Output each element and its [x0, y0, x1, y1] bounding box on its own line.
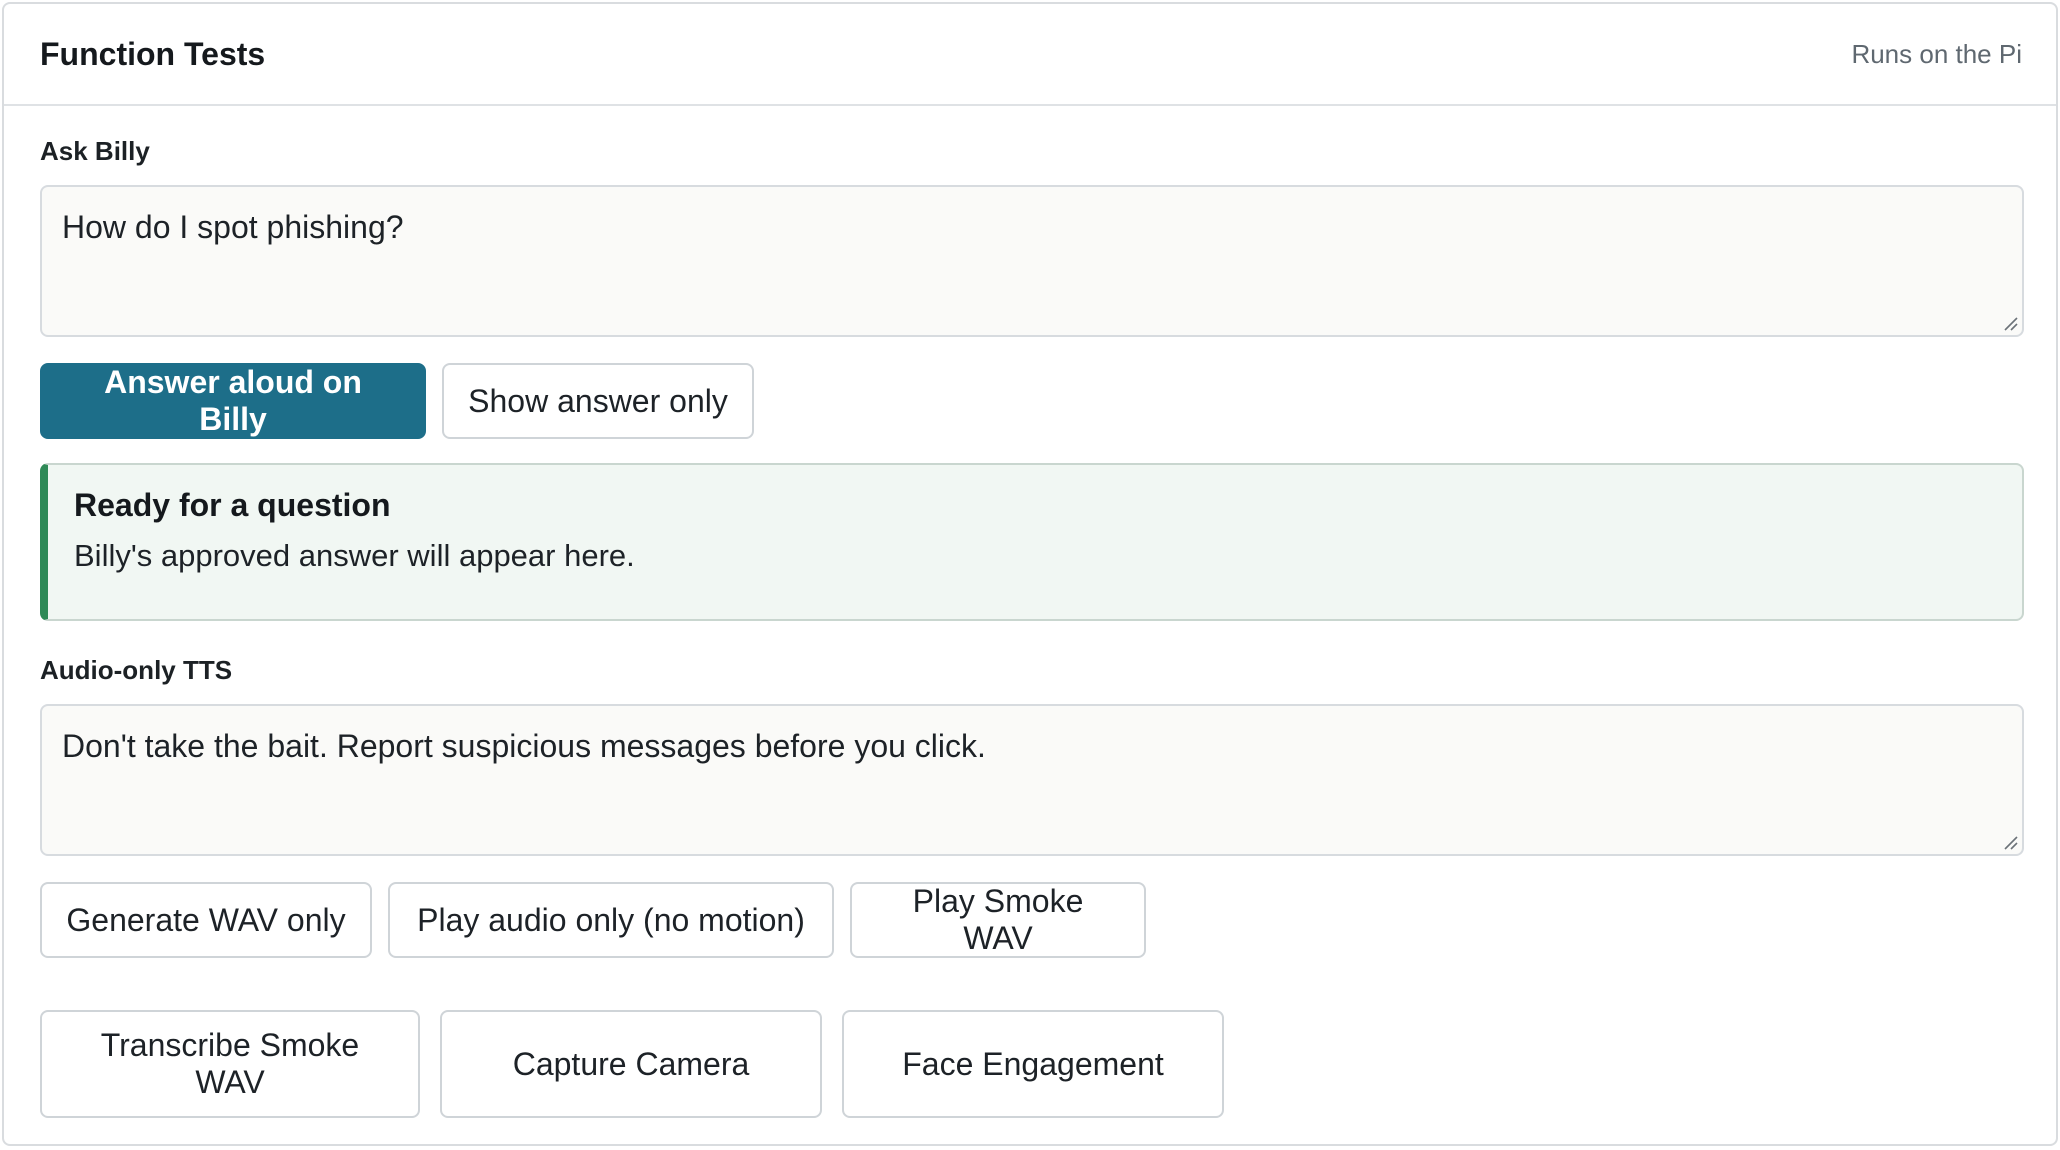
- tts-textarea[interactable]: Don't take the bait. Report suspicious m…: [42, 706, 2022, 854]
- tool-actions: Transcribe Smoke WAV Capture Camera Face…: [40, 1010, 2020, 1118]
- resize-grip-icon[interactable]: [2002, 315, 2018, 331]
- ask-billy-field-wrapper: How do I spot phishing?: [40, 185, 2024, 337]
- status-text: Billy's approved answer will appear here…: [74, 538, 635, 573]
- play-smoke-wav-button[interactable]: Play Smoke WAV: [850, 882, 1146, 958]
- play-audio-only-button[interactable]: Play audio only (no motion): [388, 882, 834, 958]
- tts-field-wrapper: Don't take the bait. Report suspicious m…: [40, 704, 2024, 856]
- ask-billy-textarea[interactable]: How do I spot phishing?: [42, 187, 2022, 335]
- card-note: Runs on the Pi: [1851, 38, 2022, 69]
- tts-actions: Generate WAV only Play audio only (no mo…: [40, 882, 2020, 958]
- face-engagement-button[interactable]: Face Engagement: [842, 1010, 1224, 1118]
- card-title: Function Tests: [40, 35, 266, 72]
- generate-wav-button[interactable]: Generate WAV only: [40, 882, 372, 958]
- ask-billy-actions: Answer aloud on Billy Show answer only: [40, 363, 2020, 439]
- card-body: Ask Billy How do I spot phishing? Answer…: [4, 106, 2056, 1118]
- ask-billy-label: Ask Billy: [40, 136, 150, 166]
- card-header: Function Tests Runs on the Pi: [4, 4, 2056, 106]
- show-answer-only-button[interactable]: Show answer only: [442, 363, 754, 439]
- status-title: Ready for a question: [74, 487, 391, 523]
- resize-grip-icon[interactable]: [2002, 834, 2018, 850]
- tts-label: Audio-only TTS: [40, 655, 233, 685]
- answer-status-panel: Ready for a question Billy's approved an…: [40, 463, 2024, 621]
- transcribe-smoke-wav-button[interactable]: Transcribe Smoke WAV: [40, 1010, 420, 1118]
- capture-camera-button[interactable]: Capture Camera: [440, 1010, 822, 1118]
- answer-aloud-button[interactable]: Answer aloud on Billy: [40, 363, 426, 439]
- function-tests-card: Function Tests Runs on the Pi Ask Billy …: [2, 2, 2058, 1146]
